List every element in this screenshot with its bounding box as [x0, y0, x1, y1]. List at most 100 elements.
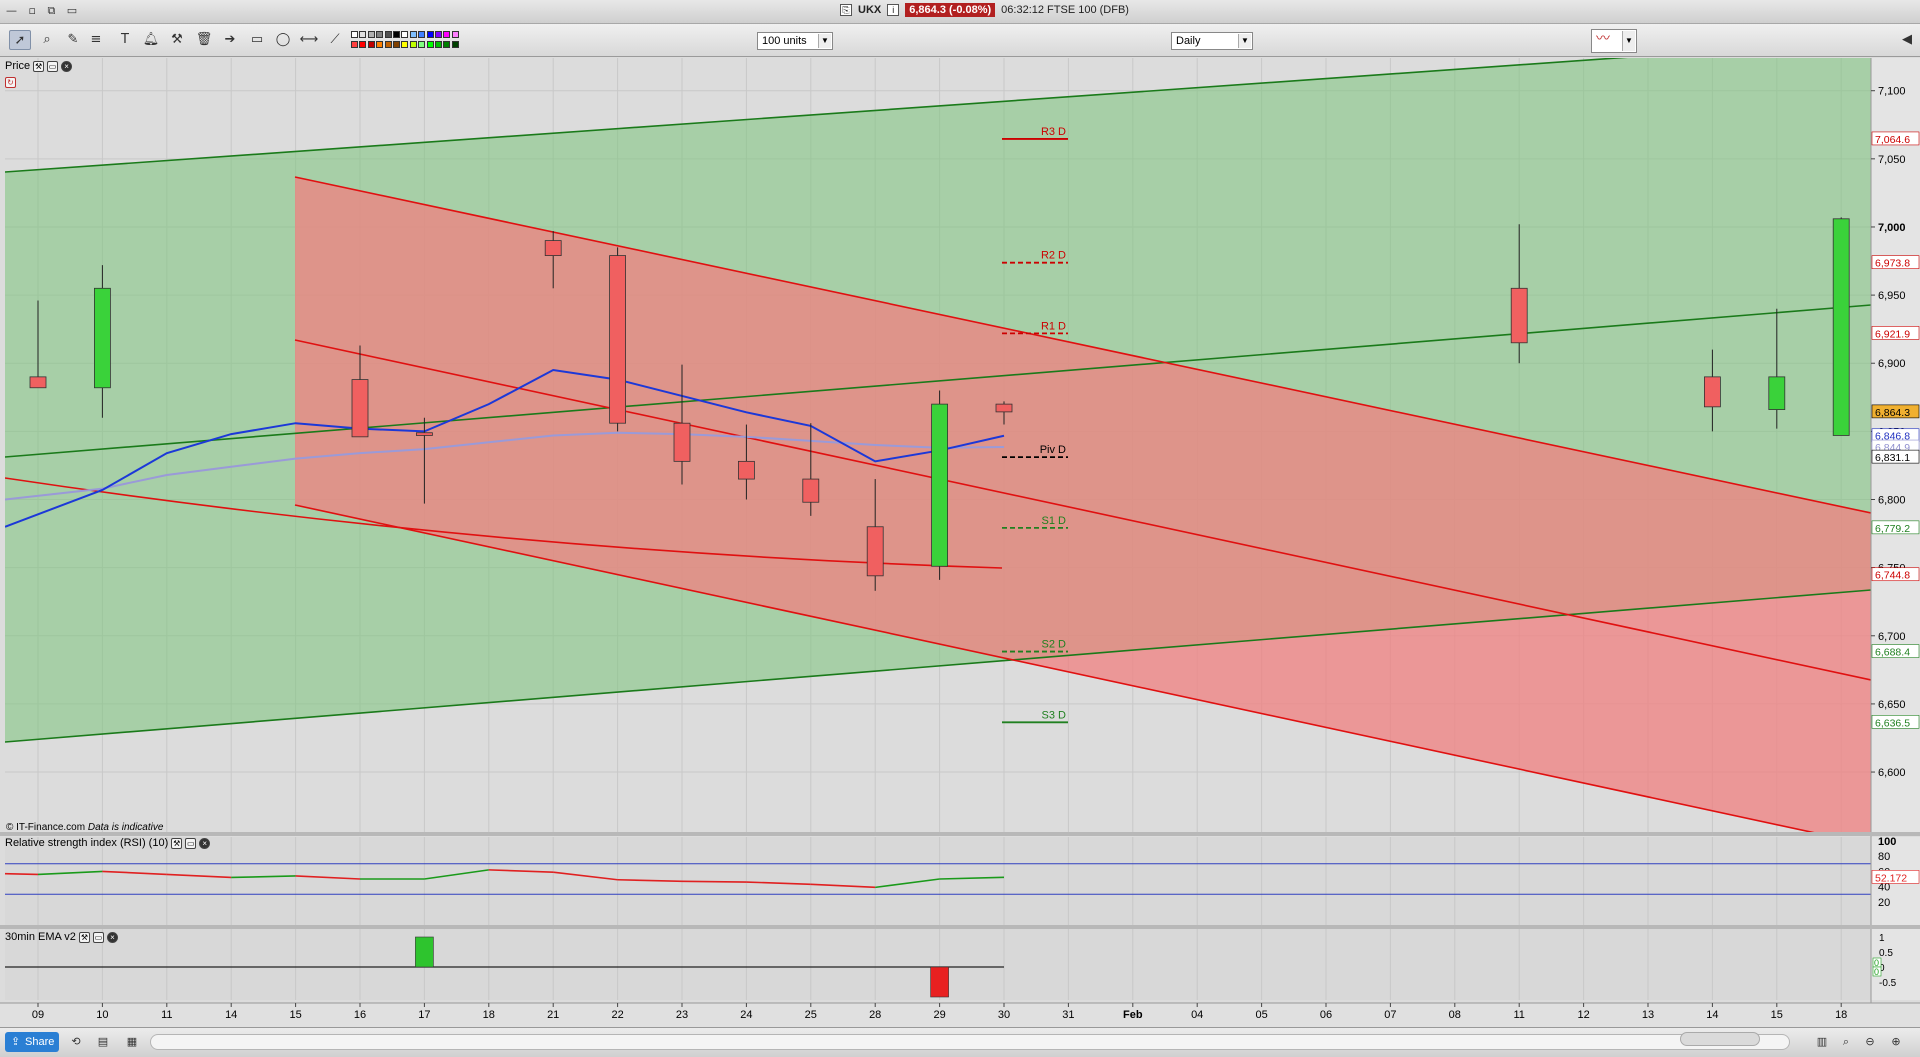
rsi-tick-label: 80: [1878, 851, 1890, 863]
rsi-line-segment: [4, 872, 39, 876]
maximize-icon[interactable]: ▭: [185, 837, 197, 849]
rsi-line-segment: [681, 880, 747, 883]
x-tick-label: 14: [225, 1009, 237, 1021]
data-disclaimer: © IT-Finance.com Data is indicative: [6, 822, 163, 833]
price-tick-label: 6,700: [1878, 631, 1906, 643]
candle-body: [738, 460, 755, 480]
x-tick-label: 24: [740, 1009, 752, 1021]
zoom-fit-icon[interactable]: ⌕: [1838, 1034, 1854, 1050]
close-icon[interactable]: ×: [106, 931, 118, 943]
horizontal-scrollbar[interactable]: [150, 1034, 1790, 1050]
rsi-tick-label: 100: [1878, 836, 1896, 848]
x-tick-label: 08: [1449, 1009, 1461, 1021]
trading-chart-app: — ▫ ⧉ ▭ ⎘ UKX i 6,864.3 (-0.08%) 06:32:1…: [0, 0, 1920, 1057]
price-tag-label: 6,831.1: [1875, 452, 1910, 464]
candle-body: [94, 287, 111, 389]
pivot-label: S3 D: [1042, 709, 1067, 721]
price-tag-label: 6,779.2: [1875, 523, 1910, 535]
bottom-bar: ⇪ Share ⟲ ▤ ▦ ▥ ⌕ ⊖ ⊕: [0, 1027, 1920, 1057]
ema-bar: [930, 966, 949, 998]
wrench-icon[interactable]: ⚒: [171, 837, 183, 849]
price-tick-label: 7,000: [1878, 222, 1906, 234]
price-tick-label: 6,900: [1878, 358, 1906, 370]
x-tick-label: 25: [805, 1009, 817, 1021]
maximize-icon[interactable]: ▭: [92, 931, 104, 943]
price-tag-label: 6,636.5: [1875, 717, 1910, 729]
pivot-label: R1 D: [1041, 320, 1066, 332]
pivot-label: S2 D: [1042, 639, 1067, 651]
x-tick-label: 13: [1642, 1009, 1654, 1021]
close-icon[interactable]: ×: [61, 60, 73, 72]
ema-bar: [415, 936, 434, 968]
x-tick-label: 31: [1062, 1009, 1074, 1021]
wrench-icon[interactable]: ⚒: [78, 931, 90, 943]
ema-tick-label: 1: [1879, 933, 1885, 944]
candle-body: [1510, 287, 1528, 344]
pivot-label: S1 D: [1042, 515, 1067, 527]
candle-body: [1704, 376, 1721, 408]
x-tick-label: 21: [547, 1009, 559, 1021]
share-button[interactable]: ⇪ Share: [5, 1032, 59, 1052]
candle-body: [995, 403, 1013, 413]
price-tick-label: 6,950: [1878, 290, 1906, 302]
candle-body: [609, 255, 626, 424]
x-tick-label: 17: [418, 1009, 430, 1021]
rsi-panel-bg: [5, 837, 1871, 925]
x-tick-label: 04: [1191, 1009, 1203, 1021]
x-axis-bg: [0, 1003, 1920, 1027]
zoom-in-icon[interactable]: ⊕: [1888, 1034, 1904, 1050]
x-tick-label: Feb: [1123, 1009, 1143, 1021]
share-icon: ⇪: [11, 1036, 21, 1048]
price-tag-label: 6,864.3: [1875, 407, 1910, 419]
rsi-last-label: 52.172: [1875, 872, 1907, 884]
x-tick-label: 15: [1771, 1009, 1783, 1021]
price-tag-label: 6,744.8: [1875, 570, 1910, 582]
price-tick-label: 6,650: [1878, 699, 1906, 711]
x-tick-label: 10: [96, 1009, 108, 1021]
x-tick-label: 18: [1835, 1009, 1847, 1021]
candle-body: [931, 403, 948, 567]
wrench-icon[interactable]: ⚒: [33, 60, 45, 72]
x-tick-label: 11: [1513, 1009, 1524, 1021]
pivot-label: Piv D: [1040, 444, 1066, 456]
pivot-label: R3 D: [1041, 126, 1066, 138]
layout-icon[interactable]: ▤: [95, 1034, 111, 1050]
price-tick-label: 7,050: [1878, 154, 1906, 166]
chart-canvas[interactable]: R3 D R2 D R1 D Piv D S1 D S2 D S3 D 7,100 7,050 7…: [0, 0, 1920, 1057]
price-panel-sub: ↻: [5, 77, 16, 88]
grid-icon[interactable]: ▦: [124, 1034, 140, 1050]
panel-separator: [0, 832, 1920, 836]
price-tag-label: 6,688.4: [1875, 647, 1910, 659]
ema-panel-header: 30min EMA v2 ⚒ ▭ ×: [5, 931, 118, 943]
refresh-icon[interactable]: ↻: [5, 77, 16, 88]
x-tick-label: 29: [933, 1009, 945, 1021]
x-tick-label: 05: [1255, 1009, 1267, 1021]
candle-body: [866, 526, 884, 577]
scrollbar-thumb[interactable]: [1680, 1032, 1760, 1046]
pivot-label: R2 D: [1041, 250, 1066, 262]
price-panel-title: Price: [5, 60, 31, 72]
ema-tick-label: -0.5: [1879, 978, 1897, 989]
x-tick-label: 22: [611, 1009, 623, 1021]
x-tick-label: 09: [32, 1009, 44, 1021]
panel-separator: [0, 925, 1920, 929]
x-tick-label: 14: [1706, 1009, 1718, 1021]
x-tick-label: 16: [354, 1009, 366, 1021]
indicative-note: Data is indicative: [87, 822, 164, 833]
reload-icon[interactable]: ⟲: [68, 1034, 84, 1050]
x-tick-label: 28: [869, 1009, 881, 1021]
candle-body: [29, 376, 47, 389]
zoom-out-icon[interactable]: ⊖: [1862, 1034, 1878, 1050]
price-tick-label: 6,800: [1878, 495, 1906, 507]
bars-icon[interactable]: ▥: [1814, 1034, 1830, 1050]
close-icon[interactable]: ×: [199, 837, 211, 849]
maximize-icon[interactable]: ▭: [47, 60, 59, 72]
candle-body: [544, 240, 562, 256]
price-tag-label: 6,921.9: [1875, 328, 1910, 340]
x-tick-label: 18: [483, 1009, 495, 1021]
candle-body: [351, 379, 369, 438]
x-tick-label: 23: [676, 1009, 688, 1021]
price-panel-header: Price ⚒ ▭ ×: [5, 60, 73, 72]
price-tag-label: 6,973.8: [1875, 258, 1910, 270]
candle-body: [415, 432, 433, 436]
